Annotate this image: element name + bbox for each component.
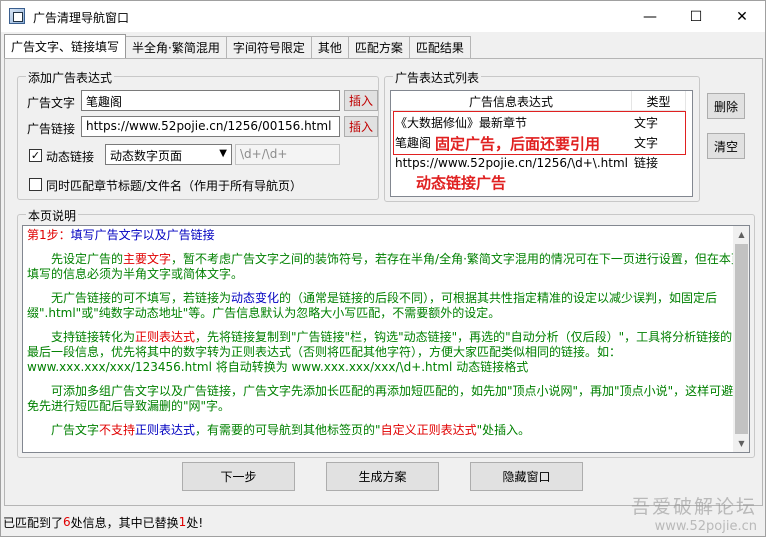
- annotation-dynamic-link: 动态链接广告: [416, 174, 507, 192]
- match-title-label: 同时匹配章节标题/文件名（作用于所有导航页）: [46, 179, 303, 193]
- expression-list-group-title: 广告表达式列表: [393, 69, 482, 86]
- insert-text-button[interactable]: 插入: [344, 90, 378, 111]
- tab-halfwidth-traditional[interactable]: 半全角·繁简混用: [125, 36, 227, 58]
- desc-paragraph: 先设定广告的主要文字，暂不考虑广告文字之间的装饰符号，若存在半角/全角·繁简文字…: [27, 252, 743, 281]
- ad-text-input[interactable]: 笔趣阁: [81, 90, 340, 111]
- desc-paragraph: 无广告链接的可不填写，若链接为动态变化的（通常是链接的后段不同），可根据其共性指…: [27, 291, 718, 320]
- clear-button[interactable]: 清空: [707, 133, 745, 159]
- ad-text-label: 广告文字: [27, 96, 76, 110]
- list-item-type: 链接: [634, 156, 659, 170]
- step-label: 第1步：: [27, 228, 71, 242]
- tab-other[interactable]: 其他: [310, 36, 349, 58]
- desc-paragraph: 支持链接转化为正则表达式，先将链接复制到"广告链接"栏，钩选"动态链接"，再选的…: [27, 330, 733, 374]
- scroll-thumb[interactable]: [735, 244, 748, 434]
- regex-preview-field: \d+/\d+: [235, 144, 340, 165]
- description-panel: 第1步：填写广告文字以及广告链接 先设定广告的主要文字，暂不考虑广告文字之间的装…: [22, 225, 750, 453]
- app-icon: [9, 8, 25, 24]
- generate-scheme-button[interactable]: 生成方案: [326, 462, 439, 491]
- description-scrollbar[interactable]: ▲ ▼: [733, 226, 749, 452]
- watermark: 吾爱破解论坛 www.52pojie.cn: [631, 492, 757, 534]
- description-group-title: 本页说明: [26, 207, 79, 224]
- delete-button[interactable]: 删除: [707, 93, 745, 119]
- tab-ad-text-link[interactable]: 广告文字、链接填写: [4, 34, 127, 58]
- column-header-expression[interactable]: 广告信息表达式: [391, 91, 632, 111]
- dynamic-mode-value: 动态数字页面: [110, 149, 183, 163]
- watermark-line1: 吾爱破解论坛: [630, 496, 757, 518]
- insert-link-button[interactable]: 插入: [344, 116, 378, 137]
- hide-window-button[interactable]: 隐藏窗口: [470, 462, 583, 491]
- main-window: 广告清理导航窗口 — ☐ ✕ 广告文字、链接填写 半全角·繁简混用 字间符号限定…: [0, 0, 766, 537]
- annotation-fixed-ad: 固定广告，后面还要引用: [435, 135, 601, 153]
- desc-paragraph: 广告文字不支持正则表达式，有需要的可导航到其他标签页的"自定义正则表达式"处插入…: [27, 423, 531, 437]
- chevron-down-icon: ▼: [219, 148, 227, 159]
- step-text: 填写广告文字以及广告链接: [70, 228, 215, 242]
- desc-paragraph: 可添加多组广告文字以及广告链接，广告文字先添加长匹配的再添加短匹配的，如先加"顶…: [27, 384, 734, 413]
- description-text: 第1步：填写广告文字以及广告链接 先设定广告的主要文字，暂不考虑广告文字之间的装…: [27, 228, 743, 447]
- list-item-expression[interactable]: https://www.52pojie.cn/1256/\d+\.html: [395, 153, 628, 172]
- status-middle: 处信息，其中已替换: [70, 515, 179, 530]
- ad-link-label: 广告链接: [27, 122, 76, 136]
- status-matched-count: 6: [63, 515, 71, 529]
- dynamic-link-label: 动态链接: [46, 150, 95, 164]
- add-expression-group: 添加广告表达式 广告文字 笔趣阁 插入 广告链接 https://www.52p…: [17, 69, 379, 200]
- ad-link-input[interactable]: https://www.52pojie.cn/1256/00156.html: [81, 116, 340, 137]
- maximize-button[interactable]: ☐: [673, 1, 719, 32]
- expression-list[interactable]: 广告信息表达式 类型 《大数据修仙》最新章节 文字 笔趣阁 文字 https:/…: [390, 90, 693, 197]
- tab-char-symbol-limit[interactable]: 字间符号限定: [225, 36, 312, 58]
- tab-panel: 添加广告表达式 广告文字 笔趣阁 插入 广告链接 https://www.52p…: [4, 58, 763, 506]
- status-prefix: 已匹配到了: [3, 515, 64, 530]
- minimize-button[interactable]: —: [627, 1, 673, 32]
- window-title: 广告清理导航窗口: [33, 11, 130, 25]
- scroll-down-icon[interactable]: ▼: [733, 435, 749, 452]
- column-header-type[interactable]: 类型: [632, 91, 686, 111]
- scroll-up-icon[interactable]: ▲: [733, 226, 749, 243]
- next-step-button[interactable]: 下一步: [182, 462, 295, 491]
- tab-match-result[interactable]: 匹配结果: [408, 36, 471, 58]
- dynamic-link-checkbox[interactable]: ✓: [29, 149, 42, 162]
- add-expression-group-title: 添加广告表达式: [26, 69, 115, 86]
- status-replaced-count: 1: [178, 515, 187, 529]
- tab-strip: 广告文字、链接填写 半全角·繁简混用 字间符号限定 其他 匹配方案 匹配结果: [4, 34, 471, 58]
- status-suffix: 处!: [186, 515, 204, 530]
- watermark-line2: www.52pojie.cn: [654, 519, 757, 534]
- tab-match-scheme[interactable]: 匹配方案: [347, 36, 410, 58]
- dynamic-mode-select[interactable]: 动态数字页面 ▼: [105, 144, 232, 165]
- list-header: 广告信息表达式 类型: [391, 91, 686, 111]
- close-button[interactable]: ✕: [719, 1, 765, 32]
- title-bar: 广告清理导航窗口 — ☐ ✕: [1, 1, 765, 32]
- match-title-checkbox[interactable]: [29, 178, 42, 191]
